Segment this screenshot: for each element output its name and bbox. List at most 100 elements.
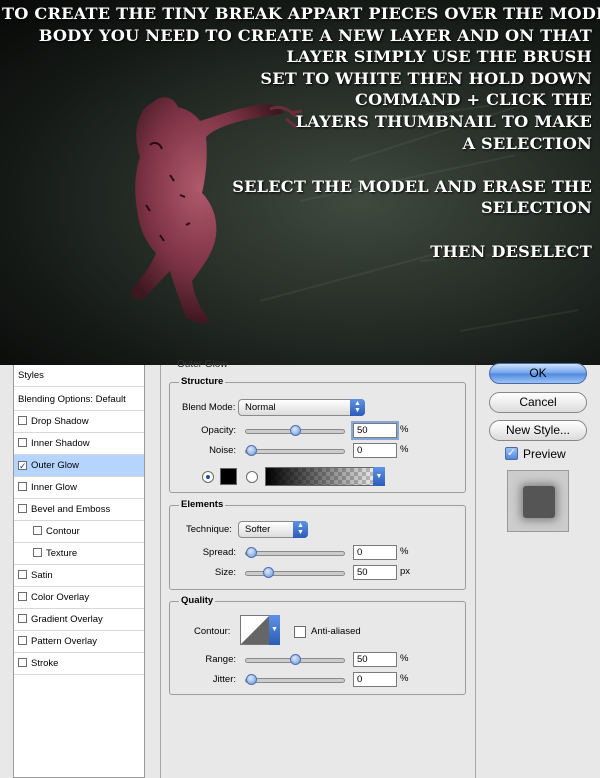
style-item-satin[interactable]: Satin	[14, 565, 144, 587]
checkbox[interactable]	[18, 416, 27, 425]
blend-mode-select[interactable]: Normal ▲ ▼	[238, 399, 365, 416]
style-item-pattern-overlay[interactable]: Pattern Overlay	[14, 631, 144, 653]
style-item-outer-glow[interactable]: ✓ Outer Glow	[14, 455, 144, 477]
chevron-down-icon[interactable]: ▼	[373, 467, 385, 486]
preview-label: Preview	[523, 447, 566, 461]
layer-style-dialog: Styles Blending Options: Default Drop Shad…	[0, 359, 600, 778]
tutorial-instructions: TO CREATE THE TINY BREAK APPART PIECES O…	[2, 3, 600, 262]
elements-group: Elements Technique: Softer ▲ ▼ Spread: 0 …	[169, 499, 466, 590]
gradient-preview[interactable]: ▼	[265, 467, 385, 486]
checkbox[interactable]	[33, 548, 42, 557]
jitter-unit: %	[400, 673, 409, 684]
opacity-label: Opacity:	[201, 425, 236, 436]
style-item-label: Styles	[18, 370, 44, 381]
structure-heading: Structure	[179, 376, 226, 387]
checkbox[interactable]	[33, 526, 42, 535]
noise-field[interactable]: 0	[353, 443, 397, 458]
contour-picker[interactable]: ▼	[240, 615, 280, 645]
linear-contour-icon	[241, 616, 269, 644]
blending-options-item[interactable]: Blending Options: Default	[14, 389, 144, 411]
chevron-down-icon[interactable]: ▼	[269, 615, 280, 645]
structure-group: Structure Blend Mode: Normal ▲ ▼ Opacity:…	[169, 376, 466, 493]
size-slider[interactable]	[245, 567, 345, 578]
range-slider[interactable]	[245, 654, 345, 665]
style-item-gradient-overlay[interactable]: Gradient Overlay	[14, 609, 144, 631]
checkbox[interactable]	[18, 438, 27, 447]
technique-select[interactable]: Softer ▲ ▼	[238, 521, 308, 538]
checkbox[interactable]	[18, 636, 27, 645]
gradient-radio[interactable]	[246, 471, 258, 483]
noise-slider[interactable]	[245, 445, 345, 456]
jitter-slider[interactable]	[245, 674, 345, 685]
jitter-slider-thumb[interactable]	[246, 674, 257, 685]
style-preview-thumbnail	[507, 470, 569, 532]
checked-checkbox[interactable]: ✓	[18, 461, 27, 471]
range-field[interactable]: 50	[353, 652, 397, 667]
style-item-drop-shadow[interactable]: Drop Shadow	[14, 411, 144, 433]
instruction-line: THEN DESELECT	[430, 241, 592, 261]
style-item-label: Inner Shadow	[31, 438, 90, 449]
instruction-spacer	[2, 219, 592, 241]
quality-group: Quality Contour: ▼ Anti-aliased Range: 5…	[169, 595, 466, 695]
style-item-inner-glow[interactable]: Inner Glow	[14, 477, 144, 499]
spread-slider-thumb[interactable]	[246, 547, 257, 558]
checkbox[interactable]	[18, 504, 27, 513]
select-arrows-icon: ▲ ▼	[293, 521, 308, 538]
instruction-line: SELECTION	[481, 198, 592, 218]
instruction-line: SELECT THE MODEL AND ERASE THE	[232, 176, 592, 196]
anti-aliased-label: Anti-aliased	[311, 626, 361, 637]
opacity-slider[interactable]	[245, 425, 345, 436]
elements-heading: Elements	[179, 499, 226, 510]
spread-slider[interactable]	[245, 547, 345, 558]
cancel-button[interactable]: Cancel	[489, 392, 587, 413]
style-item-label: Gradient Overlay	[31, 614, 103, 625]
range-label: Range:	[205, 654, 236, 665]
select-arrows-icon: ▲ ▼	[350, 399, 365, 416]
range-slider-thumb[interactable]	[289, 654, 301, 665]
style-item-contour[interactable]: Contour	[14, 521, 144, 543]
opacity-field[interactable]: 50	[353, 423, 397, 438]
style-item-texture[interactable]: Texture	[14, 543, 144, 565]
size-slider-thumb[interactable]	[263, 567, 275, 578]
style-item-label: Outer Glow	[31, 460, 80, 471]
spread-field[interactable]: 0	[353, 545, 397, 560]
styles-header[interactable]: Styles	[14, 365, 144, 387]
style-item-label: Contour	[46, 526, 80, 537]
checkbox[interactable]	[18, 482, 27, 491]
style-item-bevel-and-emboss[interactable]: Bevel and Emboss	[14, 499, 144, 521]
style-item-inner-shadow[interactable]: Inner Shadow	[14, 433, 144, 455]
new-style-button[interactable]: New Style...	[489, 420, 587, 441]
size-label: Size:	[214, 567, 236, 578]
instruction-line: TO CREATE THE TINY BREAK APPART PIECES O…	[2, 4, 600, 23]
style-item-color-overlay[interactable]: Color Overlay	[14, 587, 144, 609]
checkbox[interactable]	[18, 658, 27, 667]
spread-unit: %	[400, 546, 409, 557]
anti-aliased-checkbox[interactable]	[294, 626, 306, 638]
instruction-line: A SELECTION	[462, 133, 592, 153]
noise-slider-thumb[interactable]	[246, 445, 257, 456]
jitter-label: Jitter:	[212, 674, 236, 685]
contour-label: Contour:	[194, 626, 231, 637]
blend-mode-label: Blend Mode:	[182, 402, 236, 413]
opacity-unit: %	[400, 424, 409, 435]
instruction-spacer	[2, 154, 592, 176]
instruction-line: SET TO WHITE THEN HOLD DOWN	[260, 68, 592, 88]
opacity-slider-thumb[interactable]	[289, 425, 301, 436]
glow-color-swatch[interactable]	[220, 468, 237, 485]
ok-button[interactable]: OK	[489, 363, 587, 384]
checkbox[interactable]	[18, 570, 27, 579]
blend-mode-value: Normal	[245, 402, 276, 413]
outer-glow-title: Outer Glow	[177, 359, 228, 370]
style-item-stroke[interactable]: Stroke	[14, 653, 144, 675]
instruction-line: LAYER SIMPLY USE THE BRUSH	[286, 47, 592, 67]
size-field[interactable]: 50	[353, 565, 397, 580]
noise-label: Noise:	[209, 445, 236, 456]
checkbox[interactable]	[18, 614, 27, 623]
range-unit: %	[400, 653, 409, 664]
noise-unit: %	[400, 444, 409, 455]
jitter-field[interactable]: 0	[353, 672, 397, 687]
preview-checkbox[interactable]: ✓	[505, 447, 518, 460]
solid-color-radio[interactable]	[202, 471, 214, 483]
size-unit: px	[400, 566, 411, 577]
checkbox[interactable]	[18, 592, 27, 601]
